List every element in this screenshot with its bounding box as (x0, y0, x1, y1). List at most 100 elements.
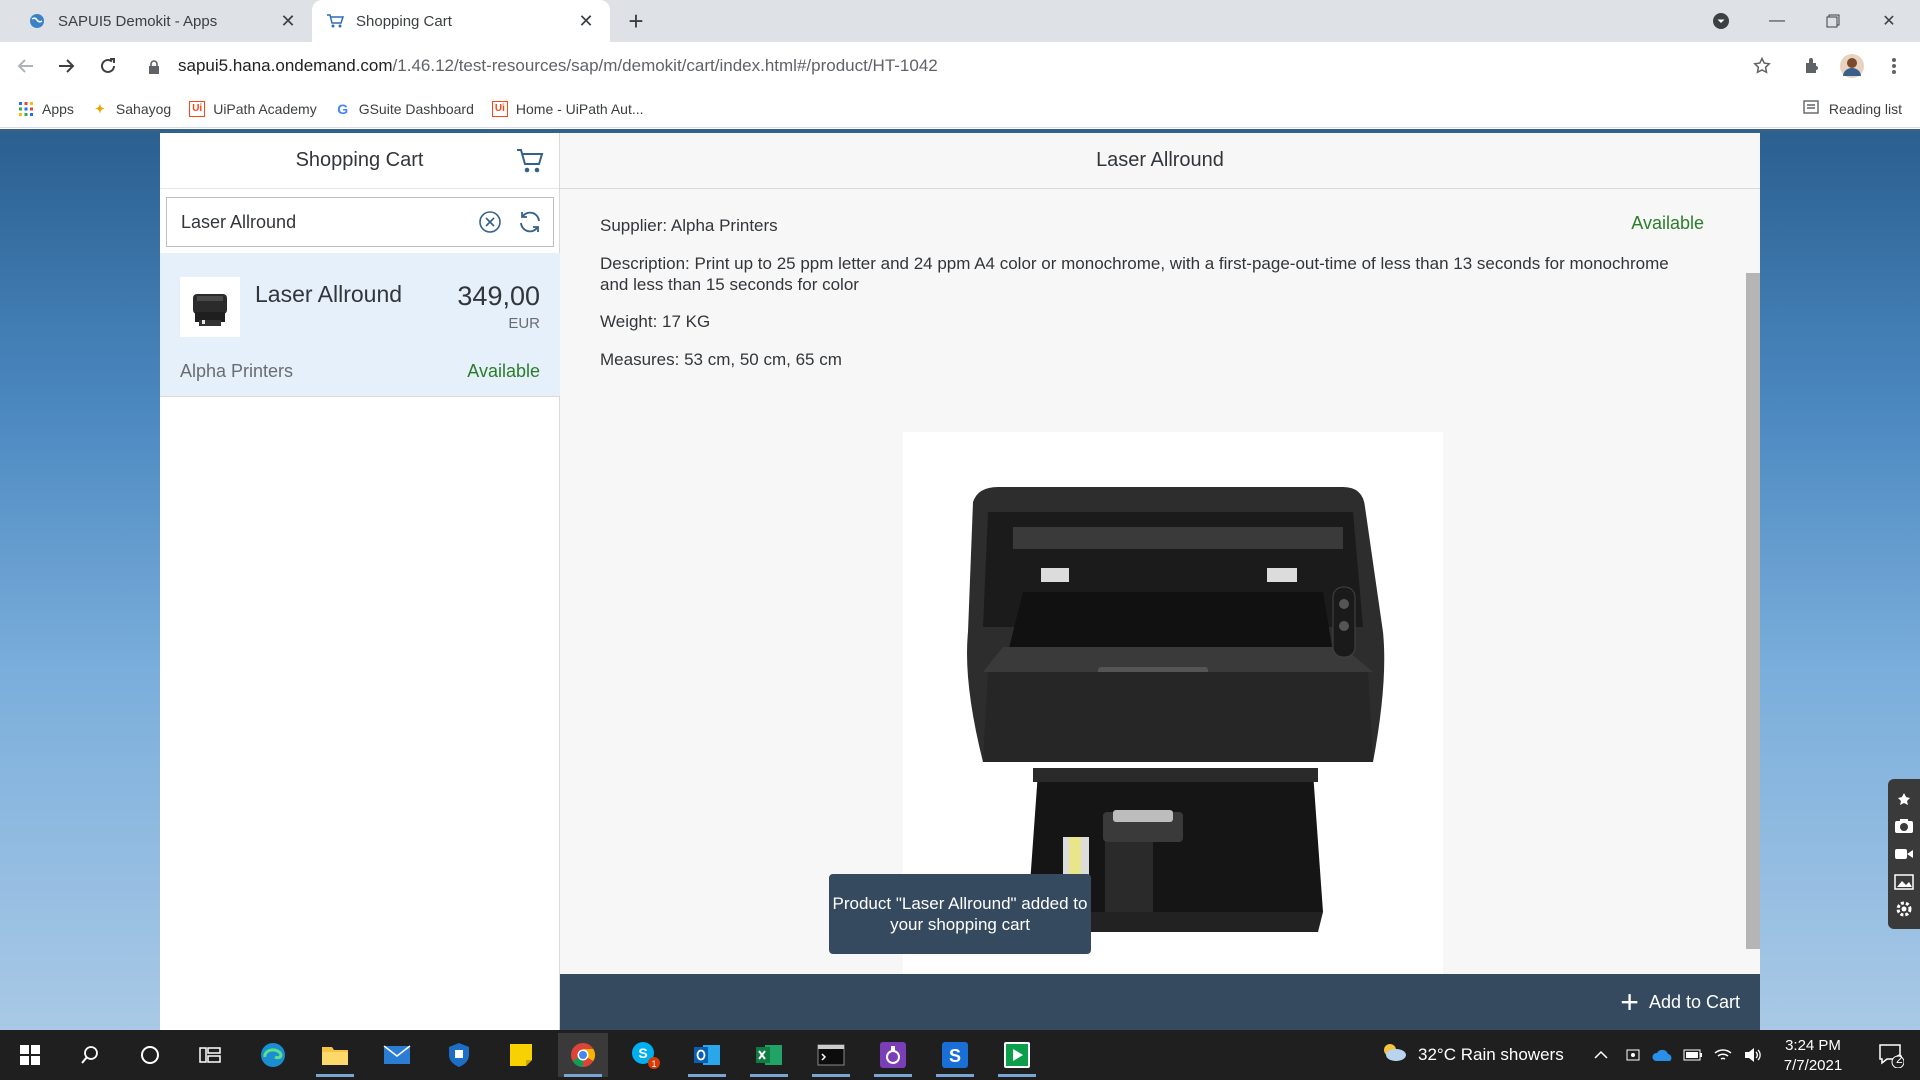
windows-start-icon[interactable] (5, 1033, 55, 1077)
product-currency: EUR (508, 315, 540, 332)
task-view-icon[interactable] (185, 1033, 235, 1077)
bookmark-sahayog[interactable]: ✦ Sahayog (92, 95, 171, 123)
close-icon[interactable]: ✕ (576, 11, 596, 31)
gallery-icon[interactable] (1893, 871, 1915, 893)
notification-count: 2 (1896, 1052, 1903, 1066)
detail-footer: + Add to Cart (560, 974, 1760, 1030)
lock-icon[interactable] (148, 59, 162, 74)
weight-attribute: Weight: 17 KG (600, 312, 711, 331)
menu-kebab-icon[interactable] (1878, 50, 1910, 82)
notifications-icon[interactable]: 2 (1866, 1030, 1916, 1080)
running-indicator (936, 1074, 974, 1077)
minimize-icon[interactable]: — (1754, 0, 1800, 42)
file-explorer-icon[interactable] (310, 1033, 360, 1077)
reading-list-button[interactable]: Reading list (1803, 100, 1902, 117)
product-list-item[interactable]: Laser Allround 349,00 EUR Alpha Printers… (160, 253, 560, 397)
profile-avatar[interactable] (1836, 50, 1868, 82)
search-input[interactable]: Laser Allround (181, 212, 473, 233)
bookmark-label: Sahayog (115, 100, 172, 117)
uipath-icon: Ui (491, 100, 508, 117)
measures-attribute: Measures: 53 cm, 50 cm, 65 cm (600, 350, 842, 369)
url-path: /1.46.12/test-resources/sap/m/demokit/ca… (392, 56, 938, 75)
uipath-assistant-icon[interactable] (868, 1033, 918, 1077)
svg-text:S: S (638, 1045, 647, 1061)
search-field[interactable]: Laser Allround (166, 197, 554, 247)
extensions-icon[interactable] (1796, 50, 1828, 82)
apps-grid-icon (18, 101, 34, 117)
add-to-cart-button[interactable]: + Add to Cart (1620, 986, 1740, 1018)
onedrive-icon[interactable] (1650, 1030, 1676, 1080)
globe-icon (28, 12, 46, 30)
toast-text: Product "Laser Allround" added to your s… (832, 894, 1088, 934)
supplier-attribute: Supplier: Alpha Printers (600, 216, 778, 235)
svg-text:S: S (949, 1046, 961, 1066)
mail-icon[interactable] (372, 1033, 422, 1077)
bookmarks-bar: Apps ✦ Sahayog Ui UiPath Academy G GSuit… (0, 90, 1920, 128)
running-indicator (874, 1074, 912, 1077)
chrome-icon[interactable] (558, 1033, 608, 1077)
running-indicator (564, 1074, 602, 1077)
volume-icon[interactable] (1740, 1030, 1766, 1080)
excel-icon[interactable] (744, 1033, 794, 1077)
tab-search-icon[interactable] (1698, 0, 1744, 42)
bookmark-star-icon[interactable] (1746, 50, 1778, 82)
meet-now-icon[interactable] (1620, 1030, 1646, 1080)
tab-title: Shopping Cart (356, 12, 452, 30)
running-indicator (750, 1074, 788, 1077)
bookmark-label: Home - UiPath Aut... (515, 100, 644, 117)
toast-message: Product "Laser Allround" added to your s… (829, 874, 1091, 954)
bookmark-label: Apps (42, 100, 74, 117)
svg-text:1: 1 (651, 1059, 656, 1069)
reading-list-label: Reading list (1828, 100, 1902, 117)
bookmark-apps[interactable]: Apps (18, 95, 74, 123)
clear-search-icon[interactable] (473, 205, 507, 239)
system-clock[interactable]: 3:24 PM 7/7/2021 (1768, 1036, 1858, 1076)
terminal-icon[interactable] (806, 1033, 856, 1077)
battery-icon[interactable] (1680, 1030, 1706, 1080)
browser-toolbar: sapui5.hana.ondemand.com/1.46.12/test-re… (0, 42, 1920, 90)
running-indicator (998, 1074, 1036, 1077)
skype-icon[interactable]: S1 (620, 1033, 670, 1077)
cart-icon[interactable] (515, 147, 545, 175)
capture-toolbar (1888, 779, 1920, 929)
tab-shopping-cart[interactable]: Shopping Cart ✕ (312, 0, 610, 42)
wifi-icon[interactable] (1710, 1030, 1736, 1080)
tab-sapui5-demokit[interactable]: SAPUI5 Demokit - Apps ✕ (14, 0, 312, 42)
bookmark-uipath-home[interactable]: Ui Home - UiPath Aut... (491, 95, 644, 123)
bookmark-gsuite-dashboard[interactable]: G GSuite Dashboard (335, 95, 474, 123)
status-badge: Available (1631, 213, 1704, 233)
product-price: 349,00 (457, 281, 540, 311)
chevron-up-icon[interactable] (1588, 1030, 1614, 1080)
app-background: Shopping Cart Laser Allround Laser Allro… (0, 129, 1920, 1030)
back-arrow-icon[interactable] (10, 50, 42, 82)
uipath-icon: Ui (189, 100, 206, 117)
reload-icon[interactable] (92, 50, 124, 82)
defender-icon[interactable] (434, 1033, 484, 1077)
new-tab-button[interactable]: + (622, 8, 650, 36)
close-window-icon[interactable]: ✕ (1866, 0, 1912, 42)
close-icon[interactable]: ✕ (278, 11, 298, 31)
edge-icon[interactable] (248, 1033, 298, 1077)
master-header: Shopping Cart (160, 133, 559, 189)
restore-icon[interactable] (1810, 0, 1856, 42)
settings-gear-icon[interactable] (1893, 898, 1915, 920)
search-icon[interactable] (65, 1033, 115, 1077)
cortana-icon[interactable] (125, 1033, 175, 1077)
scrollbar[interactable] (1746, 273, 1760, 949)
uipath-robot-icon[interactable] (992, 1033, 1042, 1077)
running-indicator (688, 1074, 726, 1077)
sticky-notes-icon[interactable] (496, 1033, 546, 1077)
detail-title: Laser Allround (1096, 149, 1224, 171)
pin-icon[interactable] (1893, 788, 1915, 810)
outlook-icon[interactable] (682, 1033, 732, 1077)
refresh-icon[interactable] (513, 205, 547, 239)
forward-arrow-icon[interactable] (50, 50, 82, 82)
weather-widget[interactable]: 32°C Rain showers (1380, 1030, 1564, 1080)
tab-title: SAPUI5 Demokit - Apps (58, 12, 218, 30)
address-bar[interactable]: sapui5.hana.ondemand.com/1.46.12/test-re… (132, 48, 1772, 84)
camera-icon[interactable] (1893, 815, 1915, 837)
uipath-studio-icon[interactable]: S (930, 1033, 980, 1077)
master-panel: Shopping Cart Laser Allround Laser Allro… (160, 133, 560, 1030)
bookmark-uipath-academy[interactable]: Ui UiPath Academy (189, 95, 317, 123)
video-icon[interactable] (1893, 843, 1915, 865)
